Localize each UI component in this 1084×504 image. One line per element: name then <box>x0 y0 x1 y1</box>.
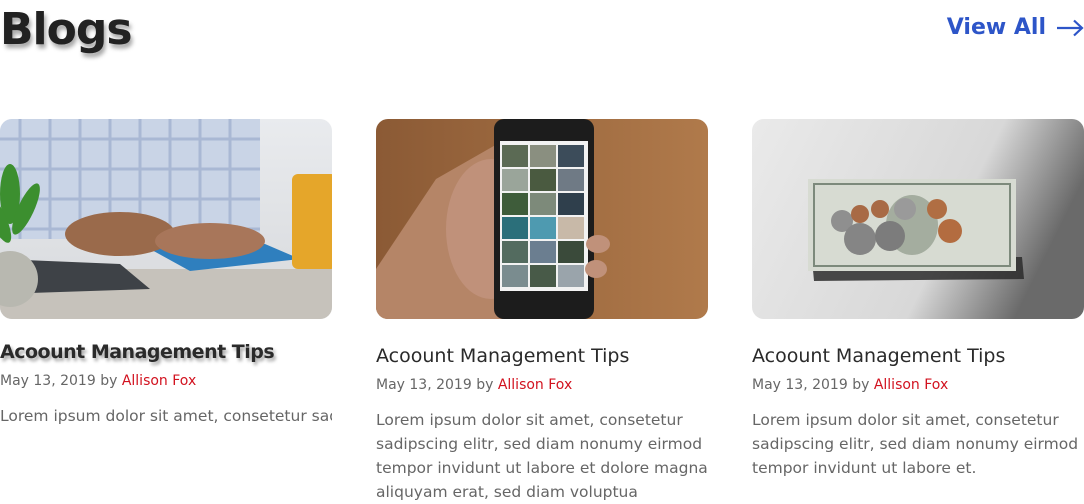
blogs-header: Blogs View All <box>0 0 1084 70</box>
card-meta: May 13, 2019 by Allison Fox <box>752 377 1084 393</box>
blog-card[interactable]: Acoount Management Tips May 13, 2019 by … <box>0 119 332 428</box>
card-excerpt: Lorem ipsum dolor sit amet, consetetur s… <box>0 407 332 425</box>
card-meta: May 13, 2019 by Allison Fox <box>376 377 708 393</box>
blog-card[interactable]: Acoount Management Tips May 13, 2019 by … <box>376 119 708 504</box>
card-title[interactable]: Acoount Management Tips <box>0 341 332 363</box>
blog-card[interactable]: Acoount Management Tips May 13, 2019 by … <box>752 119 1084 480</box>
card-date: May 13, 2019 <box>752 377 848 393</box>
card-by: by <box>476 377 494 393</box>
arrow-right-icon <box>1057 19 1084 36</box>
card-meta: May 13, 2019 by Allison Fox <box>0 373 332 389</box>
view-all-label: View All <box>946 15 1046 40</box>
view-all-link[interactable]: View All <box>947 15 1084 40</box>
hand-holding-phone-image[interactable] <box>376 119 708 319</box>
card-date: May 13, 2019 <box>0 373 96 389</box>
card-date: May 13, 2019 <box>376 377 472 393</box>
card-title[interactable]: Acoount Management Tips <box>376 345 708 367</box>
card-excerpt: Lorem ipsum dolor sit amet, consetetur s… <box>376 411 708 501</box>
card-author-link[interactable]: Allison Fox <box>122 373 196 389</box>
card-author-link[interactable]: Allison Fox <box>874 377 948 393</box>
card-by: by <box>852 377 870 393</box>
card-excerpt: Lorem ipsum dolor sit amet, consetetur s… <box>752 411 1079 477</box>
card-author-link[interactable]: Allison Fox <box>498 377 572 393</box>
person-using-calculator-image[interactable] <box>0 119 332 319</box>
card-title[interactable]: Acoount Management Tips <box>752 345 1084 367</box>
dollar-bill-coins-image[interactable] <box>752 119 1084 319</box>
page-title: Blogs <box>0 4 133 55</box>
card-by: by <box>100 373 118 389</box>
